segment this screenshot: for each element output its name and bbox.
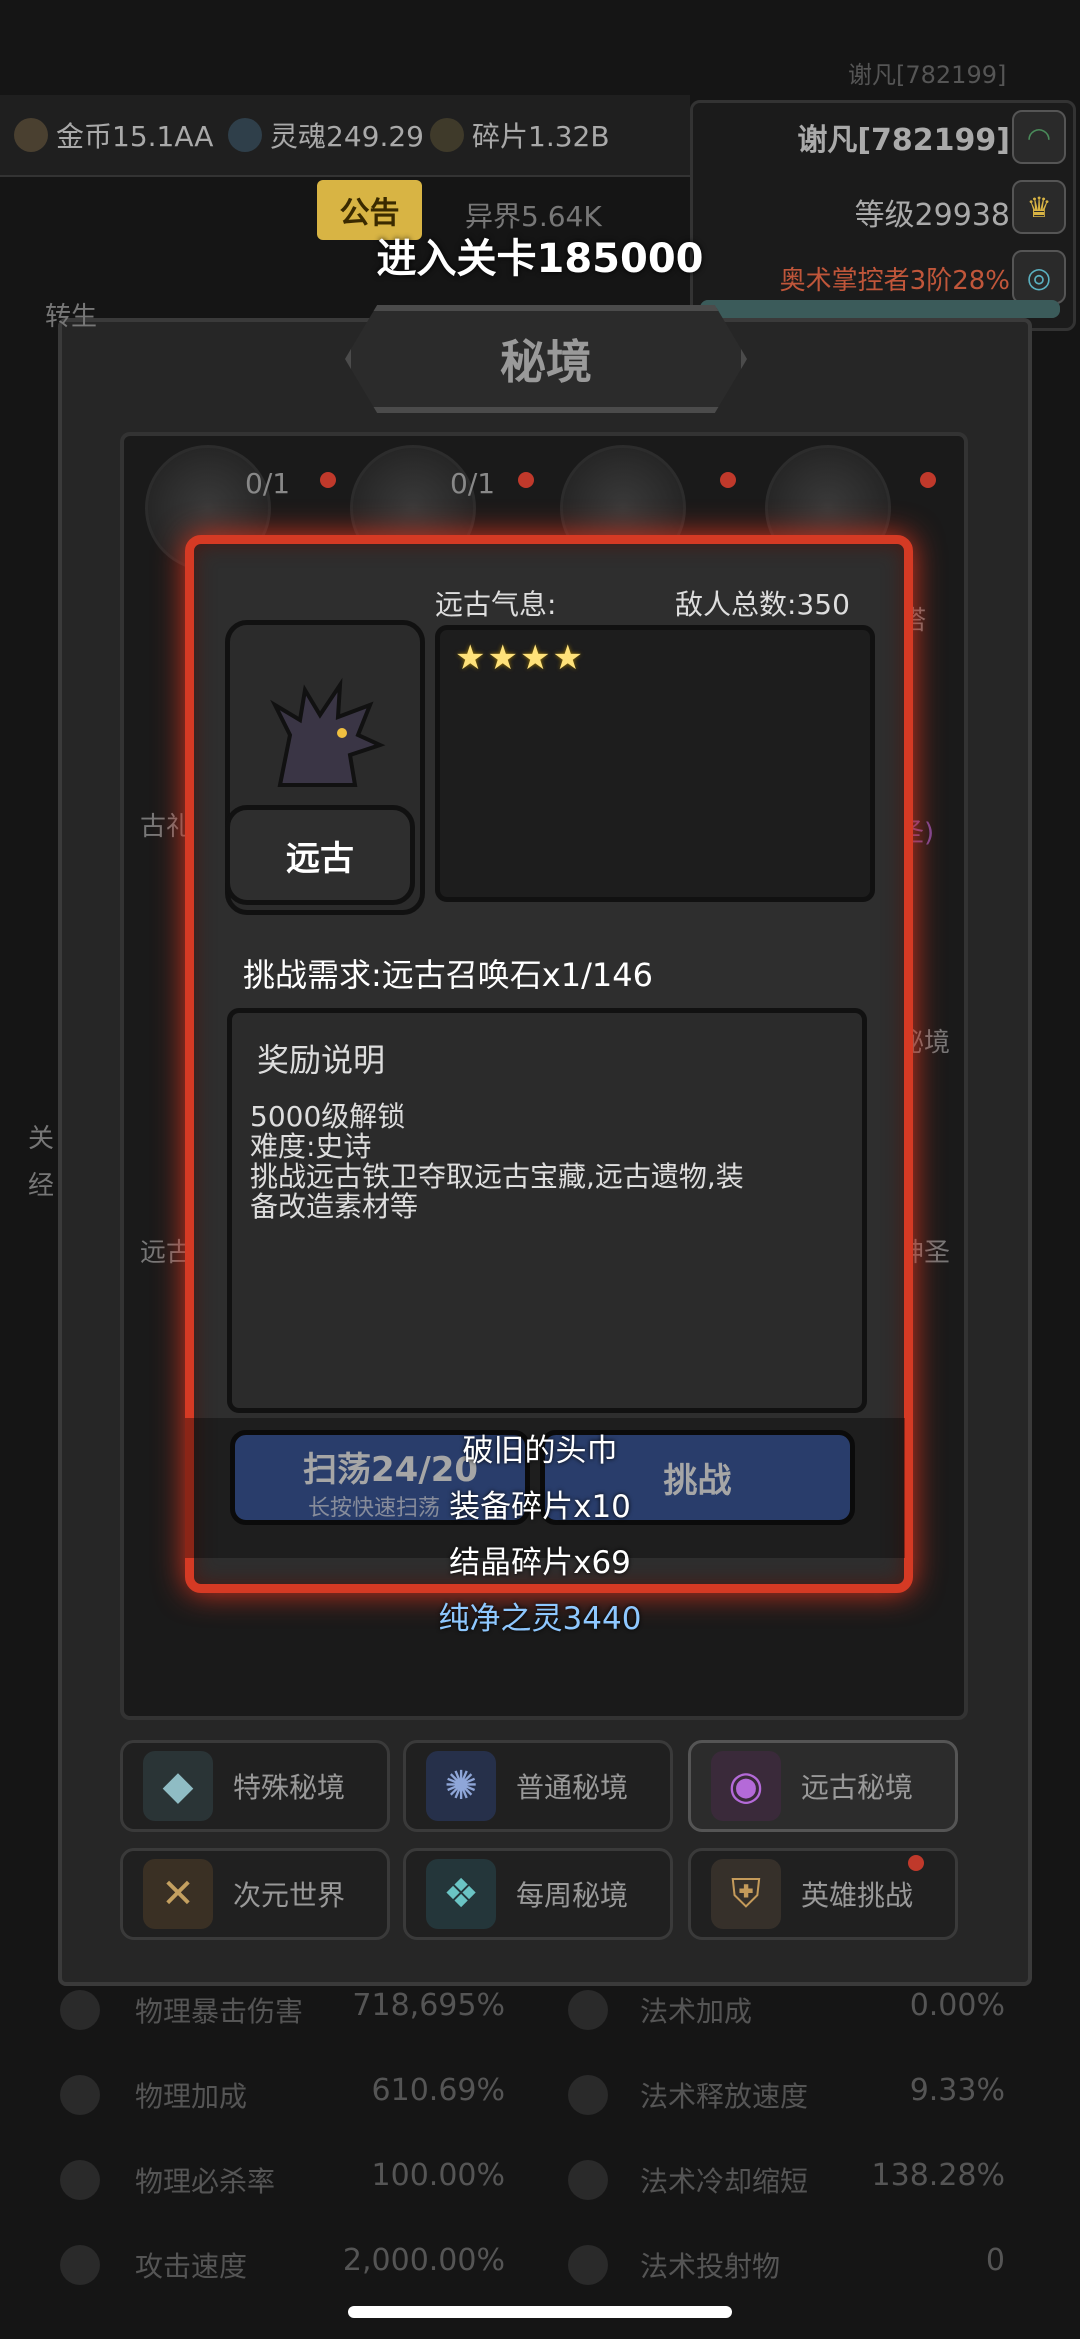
speed-gauge-icon[interactable]: ◠ — [1012, 110, 1066, 164]
crit-damage-icon — [60, 1990, 100, 2030]
shard-value: 碎片1.32B — [472, 120, 610, 153]
dimension-world-button[interactable]: ✕ 次元世界 — [120, 1848, 390, 1940]
reward-line: 备改造素材等 — [250, 1190, 419, 1223]
weekly-realm-button[interactable]: ❖ 每周秘境 — [403, 1848, 673, 1940]
reward-title: 奖励说明 — [257, 1041, 386, 1079]
dragon-icon — [270, 677, 386, 787]
shard-icon — [430, 118, 464, 152]
dungeon-node-count: 0/1 — [450, 467, 496, 500]
soul-resource: 灵魂249.29 — [228, 115, 424, 155]
category-label: 特殊秘境 — [233, 1771, 346, 1804]
stat-name: 法术投射物 — [640, 2250, 781, 2283]
normal-realm-icon: ✺ — [426, 1751, 496, 1821]
stat-name: 攻击速度 — [135, 2250, 248, 2283]
drop-item: 破旧的头巾 — [462, 1433, 618, 1469]
weekly-realm-icon: ❖ — [426, 1859, 496, 1929]
side-label: 转生 — [45, 302, 98, 332]
attack-speed-icon — [60, 2245, 100, 2285]
category-label: 每周秘境 — [516, 1879, 629, 1912]
notification-dot — [720, 472, 736, 488]
stat-value: 610.69% — [371, 2073, 505, 2108]
stat-name: 法术冷却缩短 — [640, 2165, 809, 2198]
player-id-ghost: 谢凡[782199] — [848, 61, 1007, 89]
stat-name: 物理必杀率 — [135, 2165, 276, 2198]
spell-bonus-icon — [568, 1990, 608, 2030]
stat-name: 法术加成 — [640, 1995, 753, 2028]
reward-line: 难度:史诗 — [250, 1130, 372, 1163]
gold-resource: 金币15.1AA — [14, 115, 213, 155]
stat-value: 0.00% — [909, 1988, 1005, 2023]
cast-speed-icon — [568, 2075, 608, 2115]
special-realm-button[interactable]: ◆ 特殊秘境 — [120, 1740, 390, 1832]
stat-name: 法术释放速度 — [640, 2080, 809, 2113]
category-label: 英雄挑战 — [801, 1879, 914, 1912]
side-label: 经 — [28, 1171, 55, 1201]
portrait-label: 远古 — [225, 805, 415, 905]
soul-value: 灵魂249.29 — [270, 120, 424, 153]
hero-challenge-icon: ⛨ — [711, 1859, 781, 1929]
projectile-icon — [568, 2245, 608, 2285]
experience-bar — [700, 300, 1060, 318]
stat-value: 2,000.00% — [342, 2243, 505, 2278]
gold-value: 金币15.1AA — [56, 120, 214, 153]
notification-dot — [920, 472, 936, 488]
enemy-count: 敌人总数:350 — [675, 588, 850, 621]
star-rating: ★★★★ — [455, 638, 585, 678]
notification-dot — [518, 472, 534, 488]
category-label: 远古秘境 — [801, 1771, 914, 1804]
player-name: 谢凡[782199] — [797, 123, 1010, 158]
stat-name: 物理加成 — [135, 2080, 248, 2113]
window-title: 秘境 — [345, 305, 747, 413]
drop-item: 装备碎片x10 — [449, 1489, 631, 1525]
notification-dot — [908, 1855, 924, 1871]
ancient-realm-button[interactable]: ◉ 远古秘境 — [688, 1740, 958, 1832]
category-label: 普通秘境 — [516, 1771, 629, 1804]
reward-line: 5000级解锁 — [250, 1100, 406, 1133]
stat-value: 0 — [985, 2243, 1005, 2278]
skull-icon — [60, 2160, 100, 2200]
stats-panel: 物理暴击伤害 718,695% 法术加成 0.00% 物理加成 610.69% … — [0, 1980, 1080, 2285]
stat-value: 9.33% — [909, 2073, 1005, 2108]
special-realm-icon: ◆ — [143, 1751, 213, 1821]
dungeon-node-count: 0/1 — [245, 467, 291, 500]
normal-realm-button[interactable]: ✺ 普通秘境 — [403, 1740, 673, 1832]
cooldown-icon — [568, 2160, 608, 2200]
stat-name: 物理暴击伤害 — [135, 1995, 304, 2028]
drop-item: 结晶碎片x69 — [449, 1545, 631, 1581]
stat-value: 138.28% — [871, 2158, 1005, 2193]
notification-dot — [320, 472, 336, 488]
category-label: 次元世界 — [233, 1879, 346, 1912]
dimension-world-icon: ✕ — [143, 1859, 213, 1929]
enter-stage-banner: 进入关卡185000 — [376, 236, 704, 282]
stat-value: 100.00% — [371, 2158, 505, 2193]
soul-icon — [228, 118, 262, 152]
shard-resource: 碎片1.32B — [430, 115, 610, 155]
stat-value: 718,695% — [352, 1988, 505, 2023]
drop-item: 纯净之灵3440 — [438, 1601, 642, 1637]
challenge-requirement: 挑战需求:远古召唤石x1/146 — [243, 956, 653, 994]
aura-label: 远古气息: — [435, 588, 557, 621]
side-label: 关 — [28, 1124, 55, 1154]
ancient-realm-icon: ◉ — [711, 1751, 781, 1821]
home-indicator[interactable] — [348, 2306, 732, 2318]
physical-bonus-icon — [60, 2075, 100, 2115]
reward-line: 挑战远古铁卫夺取远古宝藏,远古遗物,装 — [250, 1160, 744, 1193]
gold-coin-icon — [14, 118, 48, 152]
